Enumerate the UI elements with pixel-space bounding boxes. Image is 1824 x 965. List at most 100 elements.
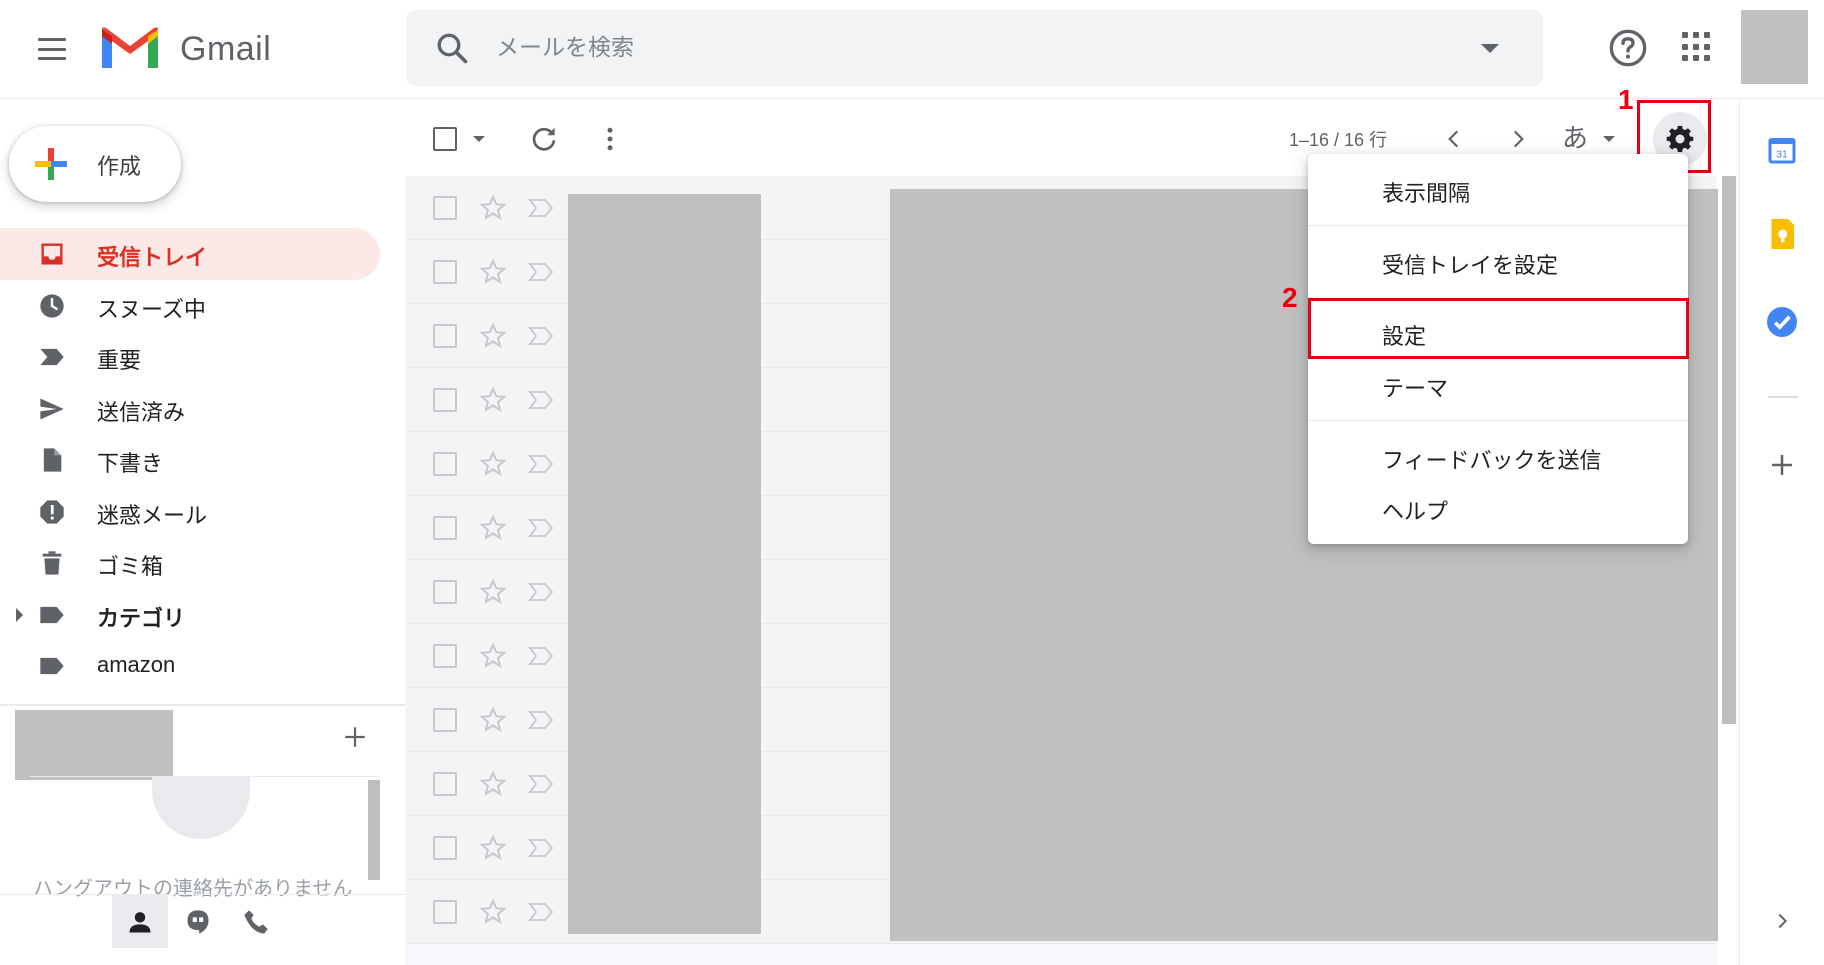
nav-item-categories[interactable]: カテゴリ: [0, 589, 380, 641]
row-checkbox[interactable]: [433, 196, 457, 220]
nav-item-inbox[interactable]: 受信トレイ: [0, 228, 380, 280]
menu-item-configure-inbox[interactable]: 受信トレイを設定: [1308, 236, 1688, 286]
add-app-icon[interactable]: [1767, 450, 1797, 480]
menu-item-themes[interactable]: テーマ: [1308, 359, 1688, 409]
star-icon[interactable]: [479, 194, 507, 222]
account-avatar[interactable]: [1741, 10, 1808, 84]
star-icon[interactable]: [479, 642, 507, 670]
important-marker-icon[interactable]: [527, 196, 555, 220]
hangouts-logo-icon: [152, 777, 250, 839]
help-icon[interactable]: [1608, 28, 1648, 68]
star-icon[interactable]: [479, 386, 507, 414]
keep-icon[interactable]: [1764, 216, 1800, 252]
nav-item-snoozed[interactable]: スヌーズ中: [0, 280, 380, 332]
input-tools-caret-icon[interactable]: [1603, 136, 1615, 142]
svg-text:31: 31: [1776, 149, 1788, 161]
important-marker-icon[interactable]: [527, 452, 555, 476]
add-contact-icon[interactable]: [342, 724, 368, 750]
menu-item-help[interactable]: ヘルプ: [1308, 482, 1688, 532]
input-tools-button[interactable]: あ: [1562, 118, 1588, 155]
nav-item-amazon[interactable]: amazon: [0, 640, 380, 692]
expand-arrow-icon[interactable]: [16, 607, 23, 622]
clock-icon: [40, 293, 64, 318]
nav-item-important[interactable]: 重要: [0, 331, 380, 383]
main-menu-icon[interactable]: [36, 34, 68, 64]
side-panel: 31: [1739, 100, 1824, 965]
row-checkbox[interactable]: [433, 900, 457, 924]
menu-item-label: 表示間隔: [1382, 182, 1471, 207]
tab-conversations[interactable]: [170, 895, 226, 948]
more-vert-icon[interactable]: [595, 124, 625, 154]
inbox-icon: [41, 243, 63, 265]
row-checkbox[interactable]: [433, 772, 457, 796]
menu-item-density[interactable]: 表示間隔: [1308, 164, 1688, 214]
compose-button[interactable]: 作成: [9, 126, 181, 202]
select-all-checkbox[interactable]: [433, 127, 457, 151]
important-marker-icon[interactable]: [527, 324, 555, 348]
search-icon[interactable]: [434, 30, 470, 66]
important-marker-icon[interactable]: [527, 900, 555, 924]
side-panel-divider: [1768, 396, 1798, 398]
star-icon[interactable]: [479, 322, 507, 350]
mail-list-scrollbar[interactable]: [1722, 176, 1736, 724]
label-icon: [40, 606, 64, 623]
row-checkbox[interactable]: [433, 836, 457, 860]
important-marker-icon[interactable]: [527, 260, 555, 284]
important-marker-icon[interactable]: [527, 772, 555, 796]
star-icon[interactable]: [479, 770, 507, 798]
gmail-wordmark[interactable]: Gmail: [180, 30, 271, 69]
settings-item-highlight-box: [1308, 298, 1689, 359]
gmail-logo-icon[interactable]: [98, 24, 162, 72]
spam-icon: [40, 499, 64, 524]
hangouts-scrollbar[interactable]: [368, 780, 380, 880]
row-checkbox[interactable]: [433, 260, 457, 284]
tasks-icon[interactable]: [1764, 304, 1800, 340]
search-options-icon[interactable]: [1481, 44, 1499, 53]
star-icon[interactable]: [479, 514, 507, 542]
tab-contacts[interactable]: [112, 895, 168, 948]
refresh-icon[interactable]: [529, 124, 559, 154]
important-marker-icon[interactable]: [527, 708, 555, 732]
row-checkbox[interactable]: [433, 580, 457, 604]
star-icon[interactable]: [479, 706, 507, 734]
important-marker-icon[interactable]: [527, 644, 555, 668]
menu-item-label: テーマ: [1382, 377, 1449, 402]
search-bar[interactable]: [406, 10, 1543, 86]
pagination-text: 1–16 / 16 行: [1289, 130, 1388, 150]
chevron-right-icon[interactable]: [1771, 910, 1793, 932]
nav-label: 下書き: [97, 452, 164, 477]
row-checkbox[interactable]: [433, 388, 457, 412]
tab-phone[interactable]: [228, 895, 284, 948]
compose-plus-icon: [35, 148, 67, 180]
nav-item-trash[interactable]: ゴミ箱: [0, 537, 380, 589]
calendar-icon[interactable]: 31: [1764, 132, 1800, 168]
row-checkbox[interactable]: [433, 452, 457, 476]
star-icon[interactable]: [479, 578, 507, 606]
star-icon[interactable]: [479, 450, 507, 478]
menu-item-send-feedback[interactable]: フィードバックを送信: [1308, 431, 1688, 481]
row-checkbox[interactable]: [433, 644, 457, 668]
search-input[interactable]: [496, 24, 1396, 72]
nav-item-spam[interactable]: 迷惑メール: [0, 486, 380, 538]
redacted-sender-block: [568, 194, 761, 934]
google-apps-icon[interactable]: [1682, 32, 1712, 62]
nav-item-drafts[interactable]: 下書き: [0, 434, 380, 486]
row-checkbox[interactable]: [433, 708, 457, 732]
menu-divider: [1308, 225, 1688, 226]
important-marker-icon[interactable]: [527, 580, 555, 604]
row-checkbox[interactable]: [433, 324, 457, 348]
hangouts-user-avatar[interactable]: [15, 710, 173, 780]
important-marker-icon[interactable]: [527, 836, 555, 860]
star-icon[interactable]: [479, 834, 507, 862]
select-options-icon[interactable]: [473, 136, 485, 142]
nav-item-sent[interactable]: 送信済み: [0, 383, 380, 435]
star-icon[interactable]: [479, 258, 507, 286]
row-checkbox[interactable]: [433, 516, 457, 540]
chevron-left-icon[interactable]: [1441, 126, 1467, 152]
important-marker-icon[interactable]: [527, 388, 555, 412]
menu-item-label: ヘルプ: [1382, 500, 1449, 525]
nav-label: 迷惑メール: [97, 503, 208, 529]
important-marker-icon[interactable]: [527, 516, 555, 540]
chevron-right-icon[interactable]: [1505, 126, 1531, 152]
star-icon[interactable]: [479, 898, 507, 926]
